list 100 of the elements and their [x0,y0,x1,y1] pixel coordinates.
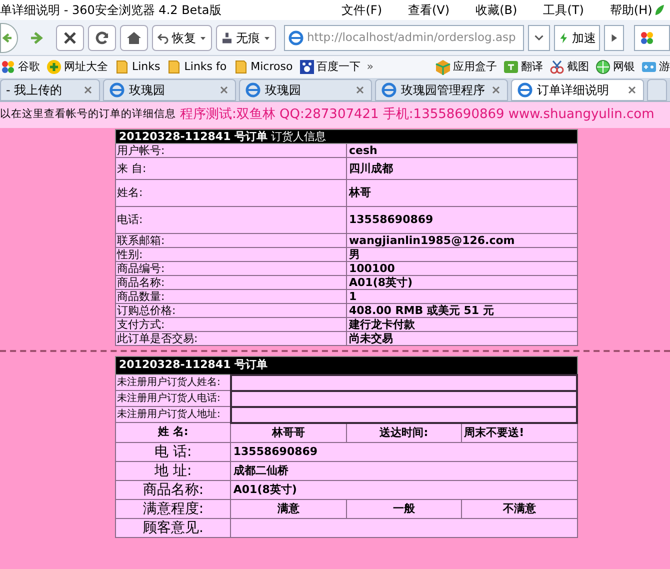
field-value: 13558690869 [346,206,578,234]
restore-button[interactable]: 恢复 [152,24,212,50]
toolbar-item[interactable]: 翻译 [503,58,543,76]
plus-icon [46,59,62,75]
field-value: A01(8英寸) [346,276,578,290]
toolbar-item[interactable]: 应用盒子 [435,58,497,76]
rating-option[interactable]: 满意 [230,500,346,518]
close-icon[interactable] [626,84,638,96]
field-value: 408.00 RMB 或美元 51 元 [346,304,578,318]
table-header: 20120328-112841 号订单 [116,356,577,374]
field-label: 商品编号: [116,262,346,276]
close-icon [62,30,78,46]
bookmark-item[interactable]: 百度一下 [298,58,361,76]
menu-item[interactable]: 工具(T) [543,1,584,19]
field-label: 电话: [116,206,346,234]
close-icon[interactable] [354,84,366,96]
google-icon [639,30,655,46]
field-label: 联系邮箱: [116,234,346,248]
browser-tab[interactable]: 玫瑰园 [103,79,236,101]
private-mode-button[interactable]: 无痕 [216,24,276,50]
browser-tab[interactable]: 玫瑰园管理程序 [375,79,508,101]
field-label: 性别: [116,248,346,262]
folder-icon [166,59,182,75]
dropdown-button[interactable] [528,24,550,50]
menu-item[interactable]: 收藏(B) [476,1,518,19]
folder-icon [232,59,249,75]
window-title: 单详细说明 - 360安全浏览器 4.2 Beta版 [0,2,222,19]
translate-icon [503,59,519,75]
browser-tab[interactable]: 订单详细说明 [511,79,644,101]
home-icon [126,30,142,46]
more-bookmarks[interactable]: » [366,58,374,76]
field-label: 顾客意见. [116,518,231,538]
browser-tab[interactable]: - 我上传的 [0,79,100,101]
toolbar-item[interactable]: 网银 [595,58,635,76]
field-value: wangjianlin1985@126.com [346,234,578,248]
browser-tab[interactable]: 玫瑰园 [239,79,372,101]
toolbar-item[interactable]: 游 [641,58,670,76]
field-label: 电 话: [116,442,231,462]
field-label: 未注册用户订货人地址: [116,406,231,422]
field-value: A01(8英寸) [230,480,577,500]
field-label: 姓名: [116,180,346,206]
rating-option[interactable]: 不满意 [462,500,577,518]
notice-text: 以在这里查看帐号的订单的详细信息 [0,107,177,122]
field-label: 来 自: [116,158,346,180]
bookmark-item[interactable]: 谷歌 [0,58,40,76]
search-box[interactable] [634,24,670,50]
menu-item[interactable]: 帮助(H) [610,1,652,19]
field-value: cesh [346,144,578,158]
field-label: 支付方式: [116,318,346,332]
field-value: 100100 [346,262,578,276]
speedup-button[interactable]: 加速 [554,24,600,50]
paw-icon [298,59,315,75]
field-label: 地 址: [116,462,231,480]
toolbar-item[interactable]: 截图 [549,58,589,76]
home-button[interactable] [120,24,148,50]
google-icon [0,59,16,75]
menu-item[interactable]: 文件(F) [342,1,382,19]
field-value: 13558690869 [230,442,577,462]
refresh-icon [94,30,110,46]
close-icon[interactable] [82,84,94,96]
back-button[interactable] [0,22,18,52]
page-icon [288,30,304,46]
globe-icon [595,59,611,75]
folder-icon [114,59,130,75]
field-value: 四川成都 [346,158,578,180]
address-text: http://localhost/admin/orderslog.asp [307,28,516,46]
forward-arrow-icon [29,30,45,46]
refresh-button[interactable] [88,24,116,50]
field-value: 尚未交易 [346,332,578,346]
scissors-icon [549,59,565,75]
field-label: 商品名称: [116,480,231,500]
broom-icon [221,32,233,44]
bookmark-item[interactable]: Microso [232,58,293,76]
address-bar[interactable]: http://localhost/admin/orderslog.asp [284,24,524,50]
field-label: 满意程度: [116,500,231,518]
field-label: 订购总价格: [116,304,346,318]
input-field[interactable] [230,374,577,390]
field-label: 用户帐号: [116,144,346,158]
cube-icon [435,59,451,75]
bookmark-item[interactable]: 网址大全 [46,58,108,76]
field-label: 商品名称: [116,276,346,290]
field-value: 男 [346,248,578,262]
bookmark-item[interactable]: Links fo [166,58,227,76]
field-value: 建行龙卡付款 [346,318,578,332]
contact-text: 程序测试:双鱼林 QQ:287307421 手机:13558690869 www.shuangyulin.com [180,106,654,124]
menu-item[interactable]: 查看(V) [408,1,450,19]
field-value: 1 [346,290,578,304]
close-icon[interactable] [218,84,230,96]
go-button[interactable] [604,24,624,50]
field-label: 姓 名: [116,422,231,442]
bookmark-item[interactable]: Links [114,58,160,76]
field-label: 此订单是否交易: [116,332,346,346]
rating-option[interactable]: 一般 [346,500,462,518]
field-label: 未注册用户订货人姓名: [116,374,231,390]
field-label: 未注册用户订货人电话: [116,390,231,406]
close-icon[interactable] [490,84,502,96]
table-header: 20120328-112841 号订单 订货人信息 [116,130,578,144]
field-value: 成都二仙桥 [230,462,577,480]
field-label: 商品数量: [116,290,346,304]
stop-button[interactable] [56,24,84,50]
